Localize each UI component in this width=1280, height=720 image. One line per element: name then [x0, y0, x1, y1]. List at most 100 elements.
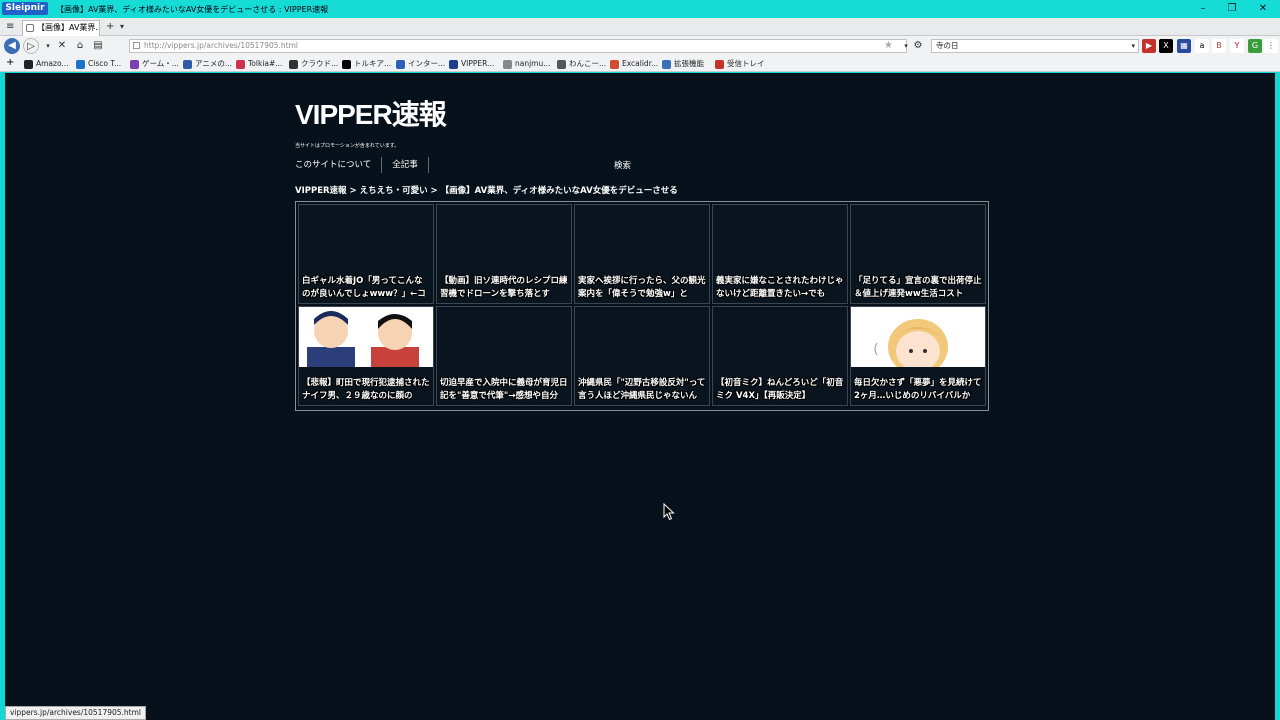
y-icon[interactable]: Y	[1230, 39, 1244, 53]
article-caption: 沖縄県民「"辺野古移設反対"って言う人ほど沖縄県民じゃないん	[578, 378, 706, 401]
bookmark-label: Tolkia#...	[248, 59, 283, 68]
bookmark-label: クラウド...	[301, 59, 339, 68]
forward-icon[interactable]: ▷	[23, 38, 39, 54]
bookmark-item[interactable]: 拡張機能	[662, 58, 704, 70]
tab-dropdown-icon[interactable]: ▾	[120, 21, 124, 33]
article-card[interactable]: 実家へ挨拶に行ったら、父の観光案内を「偉そうで勉強w」と	[574, 204, 710, 304]
bookmark-item[interactable]: クラウド...	[289, 58, 338, 70]
bookmark-label: 受信トレイ	[727, 59, 765, 68]
article-card[interactable]: 【初音ミク】ねんどろいど「初音ミク V4X」【再販決定】	[712, 306, 848, 406]
bookmark-label: nanjmu...	[515, 59, 551, 68]
article-caption: 【初音ミク】ねんどろいど「初音ミク V4X」【再販決定】	[716, 378, 844, 401]
article-card[interactable]: 沖縄県民「"辺野古移設反対"って言う人ほど沖縄県民じゃないん	[574, 306, 710, 406]
site-menu: このサイトについて 全記事	[295, 157, 429, 173]
menu-all-articles[interactable]: 全記事	[382, 157, 429, 173]
bookmark-item[interactable]: アニメの...	[183, 58, 232, 70]
mouse-cursor-icon	[663, 503, 675, 521]
search-engine-dropdown-icon[interactable]: ▾	[1131, 40, 1135, 52]
site-logo[interactable]: VIPPER速報	[295, 93, 447, 133]
news-icon[interactable]: ▦	[1177, 39, 1191, 53]
site-search-link[interactable]: 検索	[614, 159, 631, 171]
related-articles-grid: 白ギャル水着JO「男ってこんなのが良いんでしょwww？」←コ 【動画】旧ソ連時代…	[295, 201, 989, 411]
bookmark-label: VIPPER...	[461, 59, 495, 68]
bookmark-label: 拡張機能	[674, 59, 704, 68]
article-caption: 白ギャル水着JO「男ってこんなのが良いんでしょwww？」←コ	[302, 276, 426, 299]
article-caption: 【動画】旧ソ連時代のレシプロ練習機でドローンを撃ち落とす	[440, 276, 568, 299]
bookmark-panel-icon[interactable]: ▤	[90, 38, 106, 54]
bookmark-item[interactable]: わんこー...	[557, 58, 606, 70]
b-icon[interactable]: B	[1212, 39, 1226, 53]
bookmark-item[interactable]: Excalidr...	[610, 58, 658, 70]
status-bar: vippers.jp/archives/10517905.html	[5, 704, 1275, 720]
article-card[interactable]: 「足りてる」宣言の裏で出荷停止＆値上げ連発ww生活コスト	[850, 204, 986, 304]
settings-gear-icon[interactable]: ⚙	[910, 38, 926, 54]
window-title: 【画像】AV業界、ディオ様みたいなAV女優をデビューさせる : VIPPER速報	[56, 5, 329, 14]
search-input[interactable]: 寺の日 ▾	[931, 39, 1139, 53]
site-info-icon[interactable]	[133, 42, 140, 49]
page-favicon-icon	[26, 24, 34, 32]
article-card[interactable]: 義実家に嫌なことされたわけじゃないけど距離置きたい→でも	[712, 204, 848, 304]
bookmarks-bar: + amazon-iconAmazo... Cisco T... ゲーム・...…	[0, 56, 1280, 72]
bookmark-label: ゲーム・...	[142, 59, 179, 68]
excalidraw-icon	[610, 60, 619, 69]
home-icon[interactable]: ⌂	[72, 38, 88, 54]
bookmark-item[interactable]: Cisco T...	[76, 58, 121, 70]
promo-notice: 当サイトはプロモーションが含まれています。	[295, 143, 400, 149]
cisco-icon	[76, 60, 85, 69]
nanj-icon	[503, 60, 512, 69]
back-icon[interactable]: ◀	[4, 38, 20, 54]
article-caption: 実家へ挨拶に行ったら、父の観光案内を「偉そうで勉強w」と	[578, 276, 706, 299]
tab-active[interactable]: 【画像】AV業界...	[22, 20, 100, 36]
menu-about[interactable]: このサイトについて	[295, 157, 383, 173]
x-icon[interactable]: X	[1159, 39, 1173, 53]
title-bar: Sleipnir 【画像】AV業界、ディオ様みたいなAV女優をデビューさせる :…	[0, 0, 1280, 18]
close-icon[interactable]: ✕	[1253, 2, 1273, 16]
amazon-icon[interactable]: a	[1195, 39, 1209, 53]
article-card[interactable]: 切迫早産で入院中に義母が育児日記を"善意で代筆"→感想や自分	[436, 306, 572, 406]
illustration-girl-image	[851, 307, 985, 367]
article-card[interactable]: 毎日欠かさず「悪夢」を見続けて2ヶ月…いじめのリバイバルか	[850, 306, 986, 406]
article-card[interactable]: 白ギャル水着JO「男ってこんなのが良いんでしょwww？」←コ	[298, 204, 434, 304]
add-bookmark-icon[interactable]: +	[6, 57, 14, 68]
google-icon[interactable]: G	[1248, 39, 1262, 53]
article-caption: 義実家に嫌なことされたわけじゃないけど距離置きたい→でも	[716, 276, 844, 299]
navigation-bar: ◀ ▷ ▾ ✕ ⌂ ▤ http://vippers.jp/archives/1…	[0, 36, 1280, 56]
stop-icon[interactable]: ✕	[54, 38, 70, 54]
bookmark-label: Amazo...	[36, 59, 69, 68]
new-tab-icon[interactable]: +	[106, 21, 114, 33]
minimize-icon[interactable]: –	[1193, 2, 1213, 16]
menu-icon[interactable]: ⋮	[1264, 39, 1278, 53]
breadcrumb[interactable]: VIPPER速報 > えちえち・可愛い > 【画像】AV業界、ディオ様みたいなA…	[295, 184, 678, 196]
bookmark-item[interactable]: Tolkia#...	[236, 58, 282, 70]
status-url: vippers.jp/archives/10517905.html	[5, 706, 147, 720]
bookmark-star-icon[interactable]: ★	[884, 40, 893, 52]
inter-icon	[396, 60, 405, 69]
article-caption: 【悲報】町田で現行犯逮捕されたナイフ男、２９歳なのに顔の	[302, 378, 430, 401]
bookmark-item[interactable]: nanjmu...	[503, 58, 550, 70]
address-url: http://vippers.jp/archives/10517905.html	[144, 41, 298, 50]
extension-icon	[662, 60, 671, 69]
bookmark-item[interactable]: ゲーム・...	[130, 58, 179, 70]
bookmark-item[interactable]: インター...	[396, 58, 445, 70]
bookmark-item[interactable]: VIPPER...	[449, 58, 494, 70]
gmail-icon	[715, 60, 724, 69]
browser-window: Sleipnir 【画像】AV業界、ディオ様みたいなAV女優をデビューさせる :…	[0, 0, 1280, 720]
article-caption: 「足りてる」宣言の裏で出荷停止＆値上げ連発ww生活コスト	[854, 276, 982, 299]
bookmark-item[interactable]: トルキア...	[342, 58, 391, 70]
youtube-icon[interactable]: ▶	[1142, 39, 1156, 53]
tab-list-icon[interactable]: ≡	[6, 21, 14, 33]
bookmark-label: トルキア...	[354, 59, 392, 68]
restore-icon[interactable]: ❐	[1222, 2, 1242, 16]
bookmark-label: わんこー...	[569, 59, 607, 68]
article-card[interactable]: 【悲報】町田で現行犯逮捕されたナイフ男、２９歳なのに顔の	[298, 306, 434, 406]
vipper-icon	[449, 60, 458, 69]
bookmark-label: アニメの...	[195, 59, 233, 68]
app-name[interactable]: Sleipnir	[2, 2, 48, 15]
address-bar[interactable]: http://vippers.jp/archives/10517905.html	[129, 39, 907, 53]
article-caption: 切迫早産で入院中に義母が育児日記を"善意で代筆"→感想や自分	[440, 378, 568, 401]
tab-label: 【画像】AV業界...	[37, 23, 100, 32]
article-card[interactable]: 【動画】旧ソ連時代のレシプロ練習機でドローンを撃ち落とす	[436, 204, 572, 304]
tab-bar: ≡ 【画像】AV業界... + ▾	[0, 18, 1280, 36]
bookmark-item[interactable]: amazon-iconAmazo...	[24, 58, 69, 70]
bookmark-item[interactable]: 受信トレイ	[715, 58, 765, 70]
